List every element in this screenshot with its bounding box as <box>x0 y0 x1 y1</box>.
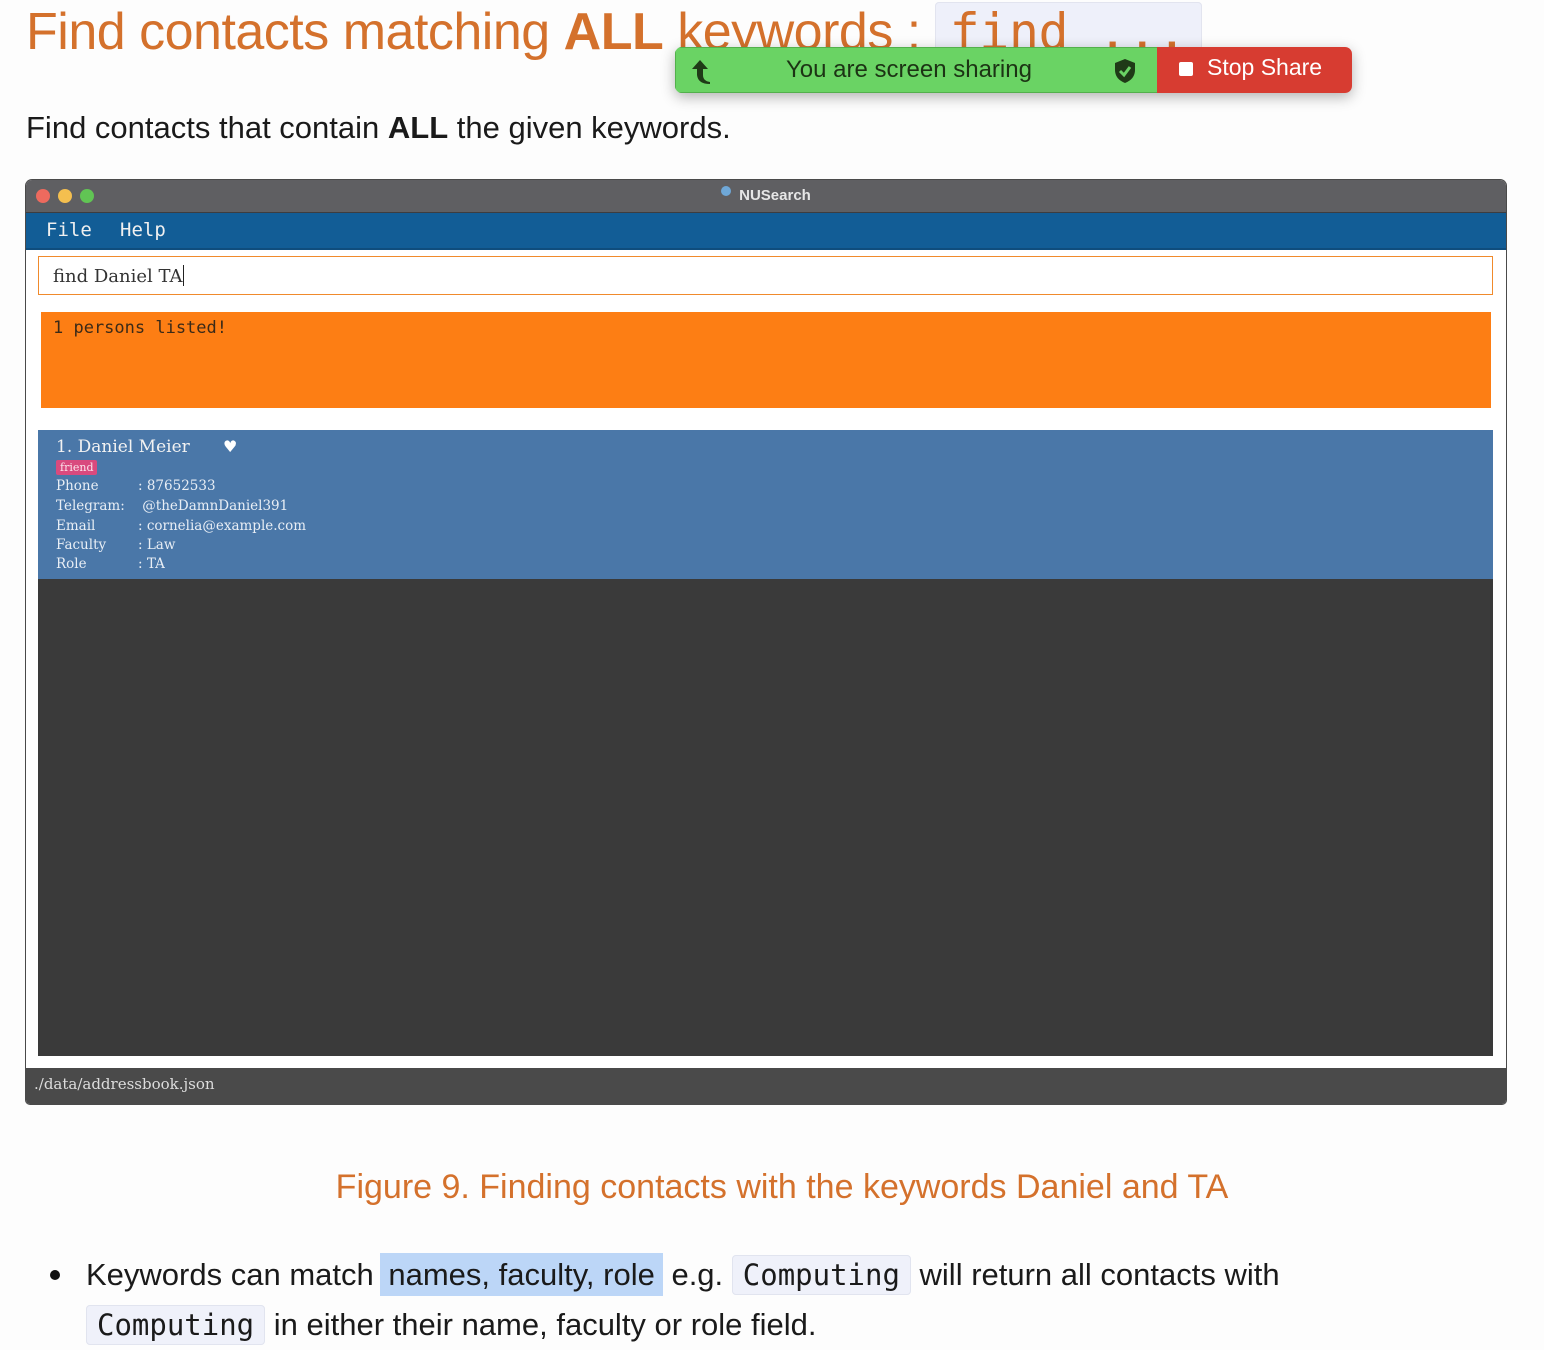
result-text: 1 persons listed! <box>53 318 227 338</box>
bullet-text: Keywords can match <box>86 1257 383 1292</box>
person-card[interactable]: 1. Daniel Meier ♥ friend Phone: 87652533… <box>38 430 1493 579</box>
bullet-list: Keywords can match names, faculty, role … <box>50 1250 1506 1350</box>
app-icon <box>721 186 732 196</box>
field-role: Role: TA <box>56 556 165 572</box>
stop-icon <box>1179 62 1193 76</box>
field-phone: Phone: 87652533 <box>56 478 216 494</box>
tag-badge: friend <box>56 460 98 475</box>
stop-share-button[interactable]: Stop Share <box>1157 47 1352 93</box>
text-caret <box>182 265 184 286</box>
field-telegram: Telegram: @theDamnDaniel391 <box>56 498 289 514</box>
field-email: Email: cornelia@example.com <box>56 518 307 534</box>
result-display: 1 persons listed! <box>41 312 1491 408</box>
inline-code: Computing <box>731 1255 911 1295</box>
command-input[interactable]: find Daniel TA <box>38 256 1493 295</box>
person-list[interactable]: 1. Daniel Meier ♥ friend Phone: 87652533… <box>38 430 1493 1056</box>
menu-bar: File Help <box>26 213 1506 250</box>
person-name: 1. Daniel Meier <box>56 437 190 457</box>
share-arrow-icon <box>692 60 710 84</box>
field-faculty: Faculty: Law <box>56 537 176 553</box>
heart-icon: ♥ <box>223 437 238 456</box>
share-status-label: You are screen sharing <box>786 56 1032 83</box>
intro-pre: Find contacts that contain <box>26 110 388 145</box>
shield-check-icon[interactable] <box>1113 58 1137 84</box>
intro-bold: ALL <box>387 110 449 145</box>
menu-file[interactable]: File <box>46 219 92 241</box>
screen-share-bar[interactable]: You are screen sharing Stop Share <box>675 47 1352 93</box>
bullet-dot <box>50 1270 60 1280</box>
figure-caption: Figure 9. Finding contacts with the keyw… <box>335 1168 1229 1206</box>
window-title-text: NUSearch <box>739 187 811 204</box>
command-text: find Daniel TA <box>53 266 183 287</box>
intro-post: the given keywords. <box>448 110 731 145</box>
list-item: Keywords can match names, faculty, role … <box>50 1250 1506 1350</box>
inline-code: Computing <box>86 1305 266 1345</box>
window-title: NUSearch <box>26 186 1506 204</box>
heading-bold: ALL <box>563 3 664 61</box>
status-path: ./data/addressbook.json <box>34 1075 215 1093</box>
window-titlebar[interactable]: NUSearch <box>26 180 1506 213</box>
stop-share-label: Stop Share <box>1207 54 1323 80</box>
highlighted-text: names, faculty, role <box>380 1253 663 1296</box>
menu-help[interactable]: Help <box>120 219 166 241</box>
intro-text: Find contacts that contain ALL the given… <box>26 108 731 148</box>
status-bar: ./data/addressbook.json <box>26 1068 1506 1104</box>
app-window: NUSearch File Help find Daniel TA 1 pers… <box>26 180 1506 1104</box>
bullet-text: will return all contacts with <box>910 1257 1280 1292</box>
share-status[interactable]: You are screen sharing <box>675 47 1157 93</box>
heading-pre: Find contacts matching <box>26 3 564 61</box>
bullet-text: e.g. <box>662 1257 732 1292</box>
bullet-text: in either their name, faculty or role fi… <box>265 1307 817 1342</box>
